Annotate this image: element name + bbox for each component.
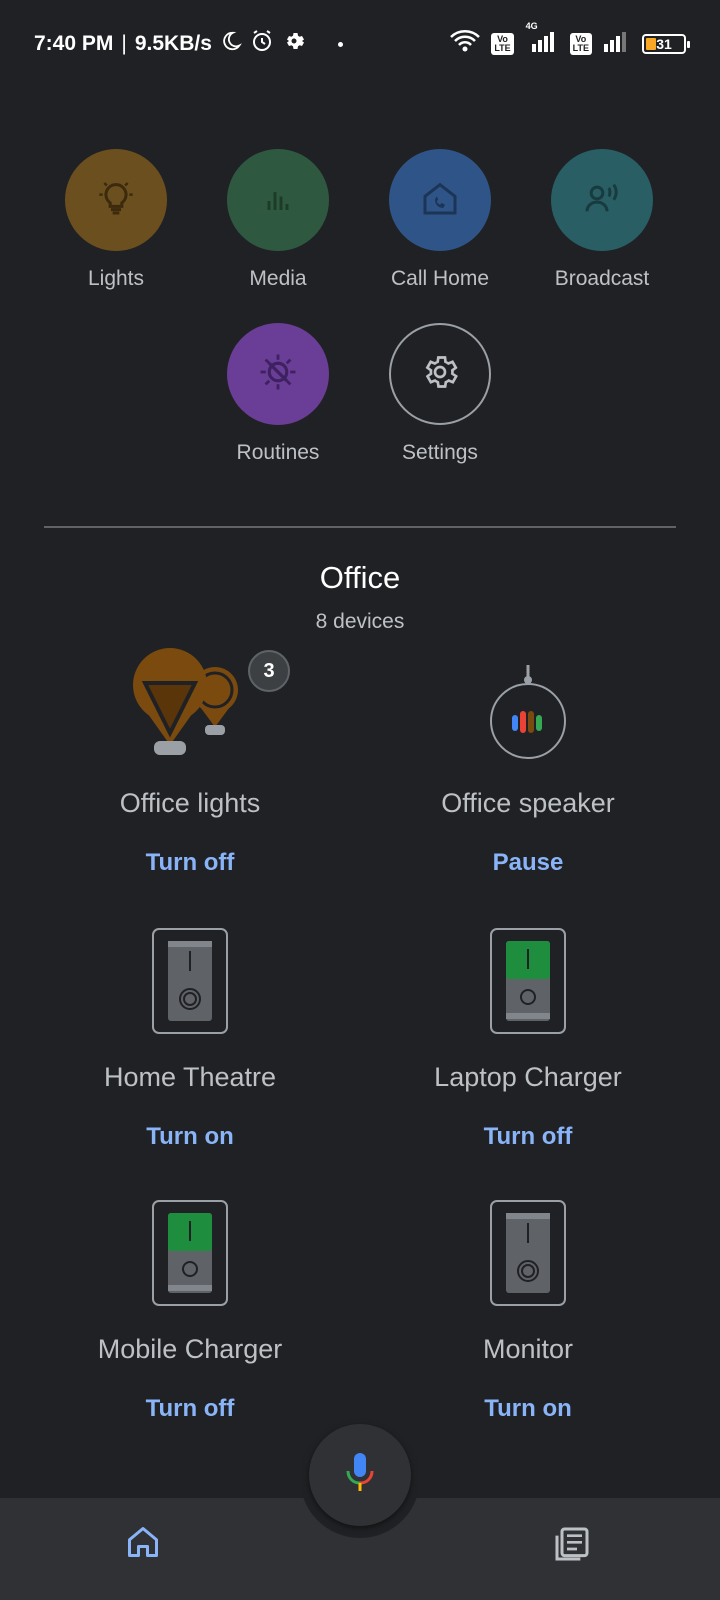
battery-icon: 31 bbox=[642, 34, 690, 54]
device-laptop-charger[interactable]: Laptop Charger Turn off bbox=[358, 920, 698, 1151]
moon-icon bbox=[220, 30, 242, 58]
device-name: Mobile Charger bbox=[97, 1334, 283, 1364]
call-home-circle[interactable] bbox=[389, 149, 491, 251]
status-separator: | bbox=[121, 32, 127, 55]
lightbulb-icon bbox=[96, 178, 136, 223]
device-icon-wrap[interactable] bbox=[358, 646, 698, 766]
volte-badge-2: Vo LTE bbox=[569, 33, 592, 55]
device-name: Home Theatre bbox=[103, 1062, 277, 1092]
shortcut-routines[interactable]: Routines bbox=[208, 323, 348, 465]
shortcut-media[interactable]: Media bbox=[208, 149, 348, 291]
device-action-button[interactable]: Turn off bbox=[20, 849, 360, 877]
alarm-icon bbox=[250, 29, 274, 59]
light-bulbs-icon bbox=[125, 645, 255, 766]
status-time: 7:40 PM bbox=[34, 32, 114, 55]
nav-feed-button[interactable] bbox=[552, 1524, 592, 1569]
device-icon-wrap[interactable]: 3 bbox=[20, 646, 360, 766]
device-name: Office speaker bbox=[441, 788, 615, 818]
broadcast-circle[interactable] bbox=[551, 149, 653, 251]
device-icon-wrap[interactable] bbox=[20, 920, 360, 1040]
device-mobile-charger[interactable]: Mobile Charger Turn off bbox=[20, 1192, 360, 1423]
shortcut-label: Lights bbox=[87, 267, 145, 290]
device-icon-wrap[interactable] bbox=[358, 1192, 698, 1312]
device-home-theatre[interactable]: Home Theatre Turn on bbox=[20, 920, 360, 1151]
device-action-button[interactable]: Turn off bbox=[358, 1123, 698, 1151]
broadcast-icon bbox=[582, 178, 622, 223]
signal-icon bbox=[602, 30, 632, 58]
call-home-icon bbox=[420, 178, 460, 223]
shortcut-broadcast[interactable]: Broadcast bbox=[532, 149, 672, 291]
routines-circle[interactable] bbox=[227, 323, 329, 425]
device-name: Laptop Charger bbox=[434, 1062, 622, 1092]
device-count-badge: 3 bbox=[248, 650, 290, 692]
equalizer-icon bbox=[260, 180, 296, 221]
gear-icon bbox=[420, 352, 460, 397]
volte-badge: Vo LTE bbox=[491, 33, 514, 55]
device-icon-wrap[interactable] bbox=[20, 1192, 360, 1312]
status-bar: 7:40 PM | 9.5KB/s Vo LTE 4G Vo LTE 31 bbox=[0, 0, 720, 88]
wifi-icon bbox=[449, 29, 481, 59]
shortcut-settings[interactable]: Settings bbox=[370, 323, 510, 465]
device-name: Office lights bbox=[119, 788, 261, 818]
device-action-button[interactable]: Turn off bbox=[20, 1395, 360, 1423]
plug-off-icon bbox=[151, 927, 229, 1040]
device-monitor[interactable]: Monitor Turn on bbox=[358, 1192, 698, 1423]
room-title: Office bbox=[319, 560, 401, 595]
plug-on-icon bbox=[151, 1199, 229, 1312]
device-name: Monitor bbox=[482, 1334, 574, 1364]
smart-speaker-icon bbox=[478, 645, 578, 766]
device-action-button[interactable]: Turn on bbox=[20, 1123, 360, 1151]
routines-icon bbox=[257, 351, 299, 398]
shortcut-label: Broadcast bbox=[554, 267, 650, 290]
plug-off-icon bbox=[489, 1199, 567, 1312]
shortcut-label: Settings bbox=[402, 441, 478, 464]
device-office-lights[interactable]: 3 Office lights Turn off bbox=[20, 646, 360, 877]
mic-icon bbox=[342, 1449, 378, 1502]
mic-button[interactable] bbox=[309, 1424, 411, 1526]
shortcut-call-home[interactable]: Call Home bbox=[370, 149, 510, 291]
room-device-count: 8 devices bbox=[315, 610, 405, 633]
feed-icon bbox=[552, 1527, 592, 1568]
lights-circle[interactable] bbox=[65, 149, 167, 251]
notification-dot bbox=[337, 41, 343, 47]
shortcut-lights[interactable]: Lights bbox=[46, 149, 186, 291]
divider bbox=[44, 526, 676, 528]
shortcut-label: Call Home bbox=[390, 267, 490, 290]
status-speed: 9.5KB/s bbox=[134, 32, 212, 55]
settings-gear-icon bbox=[282, 29, 306, 59]
nav-home-button[interactable] bbox=[125, 1524, 161, 1565]
home-icon bbox=[125, 1527, 161, 1564]
signal-4g-icon: 4G bbox=[524, 21, 560, 58]
device-office-speaker[interactable]: Office speaker Pause bbox=[358, 646, 698, 877]
device-action-button[interactable]: Turn on bbox=[358, 1395, 698, 1423]
media-circle[interactable] bbox=[227, 149, 329, 251]
shortcut-label: Routines bbox=[236, 441, 320, 464]
plug-on-icon bbox=[489, 927, 567, 1040]
device-icon-wrap[interactable] bbox=[358, 920, 698, 1040]
shortcut-label: Media bbox=[249, 267, 307, 290]
device-action-button[interactable]: Pause bbox=[358, 849, 698, 877]
settings-circle[interactable] bbox=[389, 323, 491, 425]
